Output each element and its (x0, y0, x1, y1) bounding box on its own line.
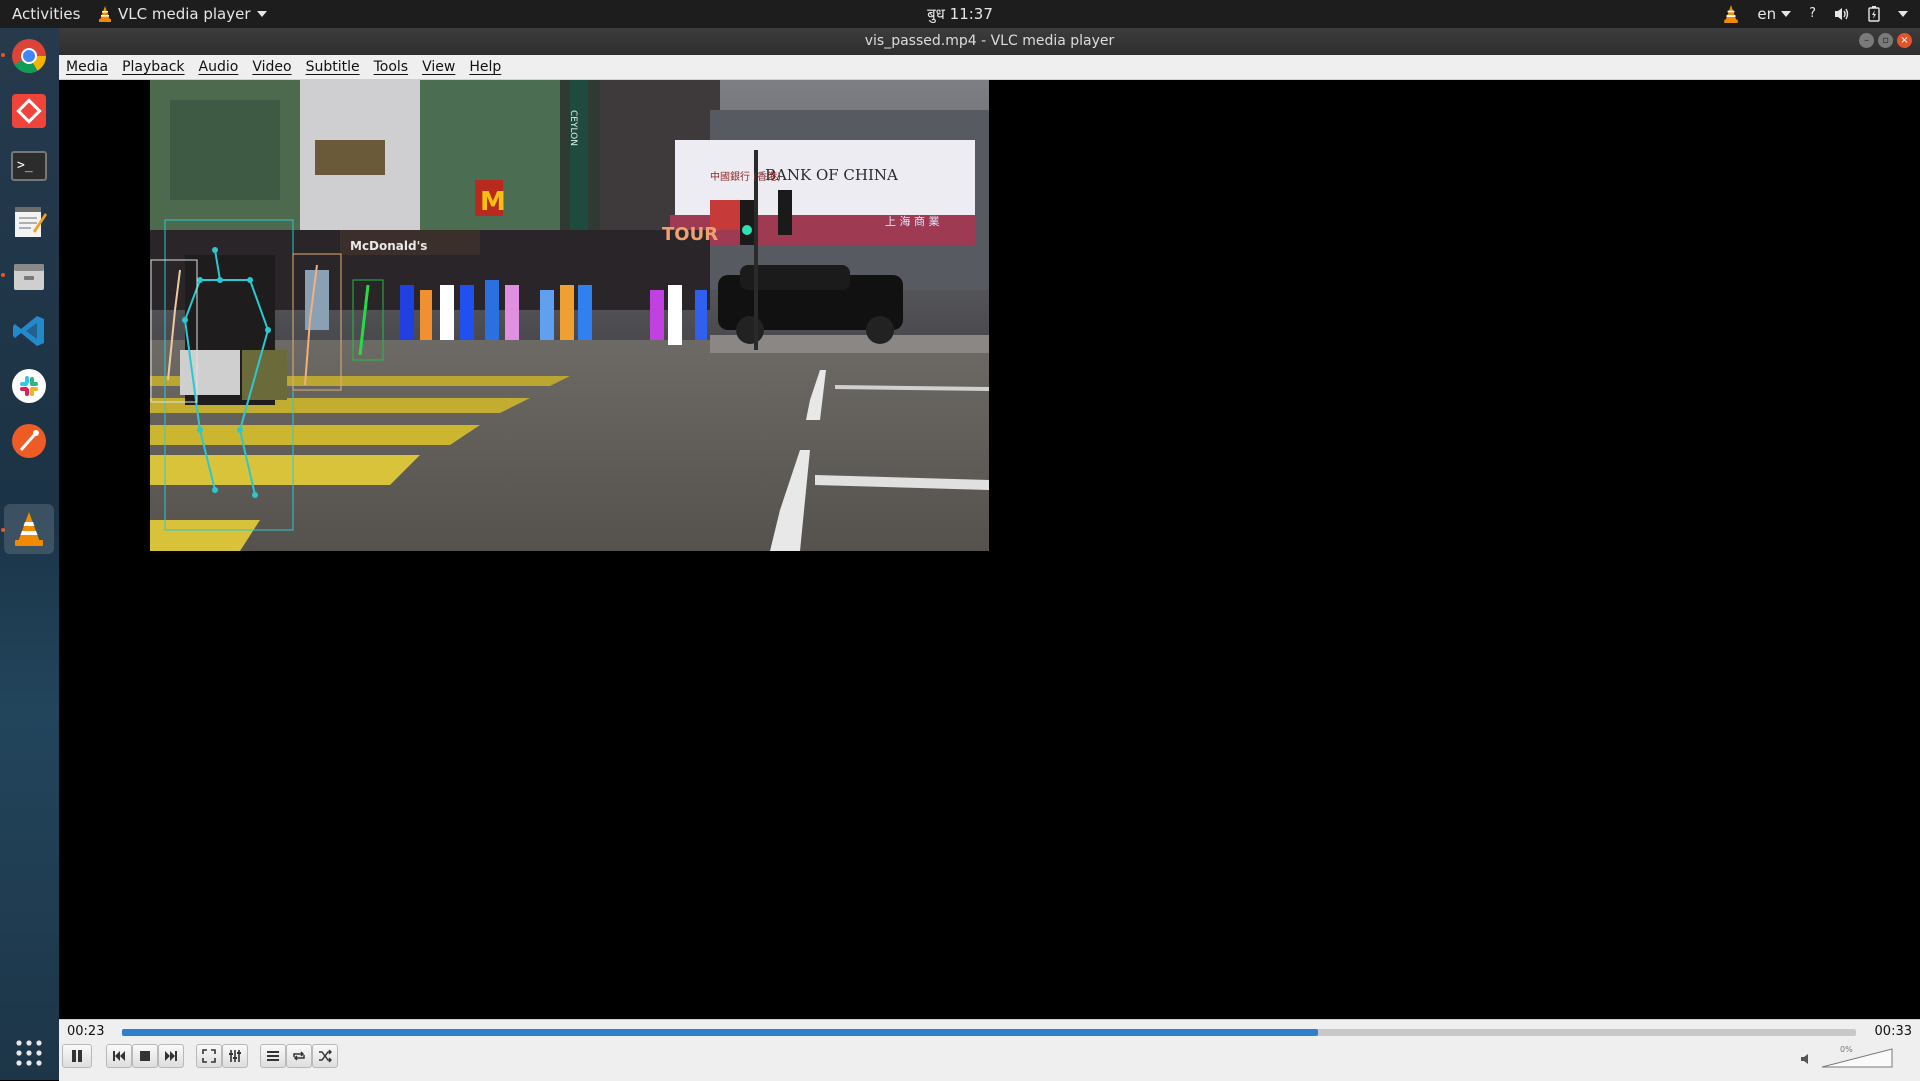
volume-control[interactable]: 0% (1800, 1045, 1900, 1069)
system-tray[interactable]: en ? (1723, 0, 1908, 28)
close-button[interactable]: × (1897, 33, 1912, 48)
elapsed-time[interactable]: 00:23 (67, 1024, 104, 1039)
terminal-icon[interactable]: >_ (4, 141, 54, 191)
activities-button[interactable]: Activities (12, 0, 80, 28)
loop-icon (293, 1051, 305, 1061)
stop-button[interactable] (132, 1044, 158, 1068)
vlc-tray-icon[interactable] (1723, 5, 1739, 23)
loop-button[interactable] (286, 1044, 312, 1068)
video-area[interactable]: M BANK OF CHINA 中國銀行 (香港) McDonald's CEY… (59, 80, 1920, 1019)
volume-percent: 0% (1840, 1045, 1853, 1054)
pause-button[interactable] (62, 1044, 92, 1068)
menu-tools[interactable]: Tools (367, 55, 416, 79)
top-bar: Activities VLC media player बुध 11:37 en… (0, 0, 1920, 28)
show-applications-icon[interactable] (4, 1028, 54, 1078)
seek-progress (122, 1029, 1319, 1036)
app-menu-label: VLC media player (118, 5, 251, 23)
chevron-down-icon (256, 11, 267, 17)
stop-icon (140, 1051, 150, 1061)
file-manager-icon[interactable] (4, 251, 54, 301)
chevron-down-icon (1781, 11, 1792, 17)
clock[interactable]: बुध 11:37 (927, 5, 993, 23)
playback-controls: 00:23 00:33 0% (59, 1019, 1920, 1081)
bank-sign: BANK OF CHINA (765, 166, 898, 184)
shuffle-button[interactable] (312, 1044, 338, 1068)
volume-icon[interactable] (1834, 6, 1850, 22)
shuffle-icon (319, 1049, 332, 1063)
vlc-cone-icon (99, 6, 111, 22)
volume-slider[interactable] (1822, 1047, 1894, 1069)
menu-help[interactable]: Help (462, 55, 508, 79)
total-time[interactable]: 00:33 (1875, 1024, 1912, 1039)
ceylon-sign: CEYLON (568, 110, 578, 146)
postman-icon[interactable] (4, 416, 54, 466)
vlc-icon[interactable] (4, 504, 54, 554)
equalizer-icon (229, 1050, 241, 1062)
minimize-button[interactable]: – (1859, 33, 1874, 48)
slack-icon[interactable] (4, 361, 54, 411)
menu-audio[interactable]: Audio (192, 55, 246, 79)
chrome-icon[interactable] (4, 31, 54, 81)
previous-button[interactable] (106, 1044, 132, 1068)
fullscreen-icon (202, 1049, 216, 1063)
help-icon[interactable]: ? (1809, 0, 1816, 28)
skip-back-icon (113, 1051, 125, 1061)
skip-forward-icon (165, 1051, 177, 1061)
maximize-button[interactable]: ▫ (1878, 33, 1893, 48)
dock: >_ (0, 28, 59, 1080)
battery-icon[interactable] (1868, 6, 1880, 22)
video-frame: M BANK OF CHINA 中國銀行 (香港) McDonald's CEY… (150, 80, 989, 551)
mcdonalds-sign: McDonald's (350, 239, 427, 253)
app-menu[interactable]: VLC media player (98, 0, 267, 28)
tour-sign: TOUR (662, 224, 718, 245)
window-title: vis_passed.mp4 - VLC media player (864, 33, 1115, 49)
menu-video[interactable]: Video (245, 55, 298, 79)
window-titlebar[interactable]: vis_passed.mp4 - VLC media player – ▫ × (59, 28, 1920, 55)
menu-subtitle[interactable]: Subtitle (299, 55, 367, 79)
vlc-window: vis_passed.mp4 - VLC media player – ▫ × … (59, 28, 1920, 1081)
street-scene: M BANK OF CHINA 中國銀行 (香港) McDonald's CEY… (150, 80, 989, 551)
vscode-icon[interactable] (4, 306, 54, 356)
anydesk-icon[interactable] (4, 86, 54, 136)
svg-text:M: M (480, 187, 506, 217)
extended-settings-button[interactable] (222, 1044, 248, 1068)
pause-icon (72, 1050, 82, 1062)
speaker-icon (1801, 1054, 1808, 1064)
playlist-button[interactable] (260, 1044, 286, 1068)
language-selector[interactable]: en (1757, 0, 1792, 28)
menu-playback[interactable]: Playback (115, 55, 191, 79)
fullscreen-button[interactable] (196, 1044, 222, 1068)
language-label: en (1757, 5, 1777, 23)
seek-bar[interactable] (122, 1029, 1856, 1036)
chrome-logo (12, 39, 46, 73)
text-editor-icon[interactable] (4, 196, 54, 246)
menu-bar: Media Playback Audio Video Subtitle Tool… (59, 55, 1920, 80)
playlist-icon (267, 1051, 279, 1061)
bank-sign-cn: 中國銀行 (香港) (710, 170, 781, 183)
shanghai-sign: 上 海 商 業 (885, 214, 940, 228)
menu-media[interactable]: Media (59, 55, 115, 79)
system-menu-chevron-icon[interactable] (1898, 11, 1908, 17)
next-button[interactable] (158, 1044, 184, 1068)
menu-view[interactable]: View (415, 55, 462, 79)
